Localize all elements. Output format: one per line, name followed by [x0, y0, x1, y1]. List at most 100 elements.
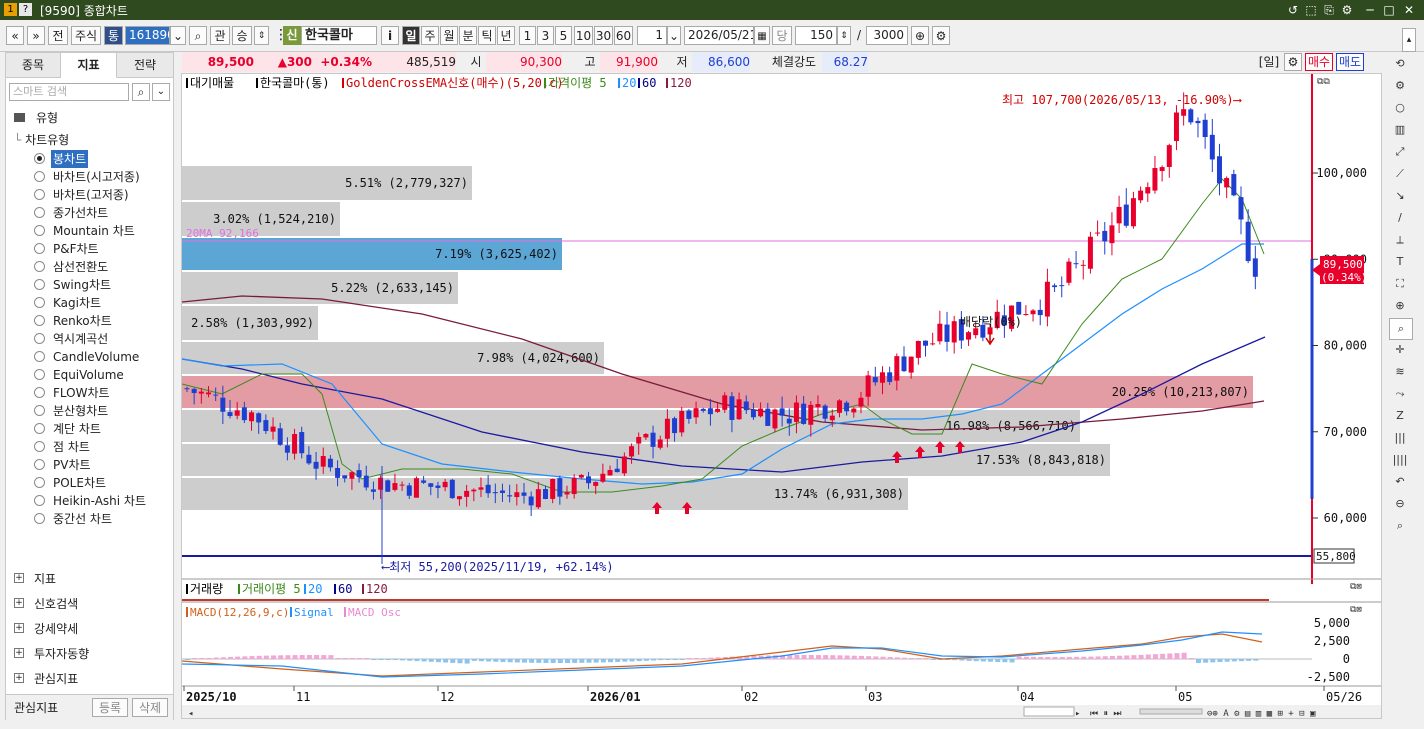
chevron-down-icon[interactable]: ⌄ [170, 26, 186, 45]
zoom-icon[interactable]: ⊕ [911, 26, 929, 45]
pattern-icon[interactable]: ⤳ [1389, 384, 1411, 404]
expand-icon[interactable]: + [14, 623, 24, 633]
radio-icon[interactable] [34, 243, 45, 254]
tab-indicator[interactable]: 지표 [61, 53, 117, 78]
scroll-left-icon[interactable]: ◂ [188, 709, 193, 718]
draw-line-icon[interactable]: / [1389, 208, 1411, 228]
radio-icon[interactable] [34, 351, 45, 362]
undo-icon[interactable]: ↶ [1389, 472, 1411, 492]
help-icon[interactable]: ? [19, 3, 32, 16]
interval-1-button[interactable]: 1 [519, 26, 536, 45]
sell-button[interactable]: 매도 [1336, 53, 1364, 71]
tab-strategy[interactable]: 전략 [117, 53, 173, 78]
watch-button[interactable]: 관 [210, 26, 230, 45]
macd-panel-control-icon[interactable]: ⧉⊠ [1350, 605, 1362, 615]
expand-icon[interactable]: + [14, 598, 24, 608]
playback-controls-icon[interactable]: ⏮ ⏸ ⏭ [1090, 709, 1122, 718]
collapse-toolbar-icon[interactable]: ▴ [1402, 28, 1416, 52]
expand-icon[interactable]: + [14, 673, 24, 683]
radio-icon[interactable] [34, 495, 45, 506]
period-day-button[interactable]: 일 [402, 26, 420, 45]
expand-icon[interactable]: + [14, 573, 24, 583]
market-select[interactable]: 주식 [71, 26, 101, 45]
date-input[interactable]: 2026/05/21 [684, 26, 754, 45]
radio-icon[interactable] [34, 261, 45, 272]
line-tool-icon[interactable]: ⟋ [1389, 164, 1411, 184]
interval-30-button[interactable]: 30 [594, 26, 613, 45]
buy-button[interactable]: 매수 [1305, 53, 1333, 71]
refresh-icon[interactable]: ⟲ [1389, 54, 1411, 74]
auto-tool-icon[interactable]: ⟂ [1389, 230, 1411, 250]
stock-name-field[interactable]: 한국콜마 [301, 26, 377, 45]
copy-icon[interactable]: ⎘ [1320, 1, 1338, 19]
info-button[interactable]: i [381, 26, 399, 45]
volume-panel-control-icon[interactable]: ⧉⊠ [1350, 582, 1362, 592]
register-button[interactable]: 등록 [92, 698, 128, 717]
smart-search-input[interactable]: 스마트 검색 [9, 83, 129, 101]
radio-icon[interactable] [34, 405, 45, 416]
gear-icon[interactable]: ⚙ [1284, 53, 1302, 71]
radio-icon[interactable] [34, 279, 45, 290]
zoom-slider[interactable] [1139, 708, 1203, 715]
radio-icon[interactable] [34, 369, 45, 380]
interval-60-button[interactable]: 60 [614, 26, 633, 45]
period-minute-button[interactable]: 분 [459, 26, 477, 45]
gear-icon[interactable]: ⚙ [932, 26, 950, 45]
expand-icon[interactable]: + [14, 648, 24, 658]
all-tool-icon[interactable]: ⛶ [1389, 274, 1411, 294]
radio-icon[interactable] [34, 423, 45, 434]
period-tick-button[interactable]: 틱 [478, 26, 496, 45]
radio-icon[interactable] [34, 315, 45, 326]
vertical-lines-icon[interactable]: |||| [1389, 450, 1411, 470]
close-button[interactable]: ✕ [1400, 1, 1418, 19]
minimize-button[interactable]: ─ [1361, 1, 1379, 19]
radio-icon[interactable] [34, 189, 45, 200]
radio-icon[interactable] [34, 225, 45, 236]
layout-icon[interactable]: ⬚ [1302, 1, 1320, 19]
calendar-icon[interactable]: ▦ [754, 26, 770, 45]
prev-button[interactable]: 전 [48, 26, 68, 45]
grid-lines-icon[interactable]: ||| [1389, 428, 1411, 448]
chart-area[interactable]: 5.51% (2,779,327) 3.02% (1,524,210) 7.19% … [181, 73, 1382, 719]
zoom-out-icon[interactable]: ⊖ [1389, 494, 1411, 514]
radio-icon[interactable] [34, 387, 45, 398]
scroll-right-icon[interactable]: ▸ [1075, 709, 1080, 718]
fibonacci-icon[interactable]: ≋ [1389, 362, 1411, 382]
text-tool-icon[interactable]: T [1389, 252, 1411, 272]
scroll-thumb[interactable] [1023, 706, 1075, 717]
period-year-button[interactable]: 년 [497, 26, 515, 45]
search-icon[interactable]: ⌕ [189, 26, 207, 45]
maximize-button[interactable]: □ [1380, 1, 1398, 19]
today-button[interactable]: 당 [772, 26, 792, 45]
period-week-button[interactable]: 주 [421, 26, 439, 45]
chevron-down-icon[interactable]: ⌄ [152, 83, 170, 101]
magnify-icon[interactable]: ⌕ [1389, 318, 1413, 340]
period-month-button[interactable]: 월 [440, 26, 458, 45]
circle-tool-icon[interactable]: ○ [1389, 98, 1411, 118]
radio-icon[interactable] [34, 459, 45, 470]
market-type-toggle[interactable]: 통 [104, 26, 123, 45]
spinner-icon[interactable]: ⇕ [254, 26, 269, 45]
delete-button[interactable]: 삭제 [132, 698, 168, 717]
radio-icon[interactable] [34, 297, 45, 308]
search-icon[interactable]: ⌕ [132, 83, 150, 101]
settings-icon[interactable]: ⚙ [1338, 1, 1356, 19]
type-section-header[interactable]: 유형 [14, 109, 164, 127]
nav-down-button[interactable]: » [27, 26, 45, 45]
zigzag-icon[interactable]: Z [1389, 406, 1411, 426]
tab-stock[interactable]: 종목 [6, 53, 61, 78]
gear-icon[interactable]: ⚙ [1389, 76, 1411, 96]
trend-line-icon[interactable]: ⤢ [1389, 142, 1411, 162]
radio-icon[interactable] [34, 333, 45, 344]
interval-10-button[interactable]: 10 [574, 26, 593, 45]
max-count-input[interactable]: 3000 [866, 26, 908, 45]
nav-prev-button[interactable]: « [6, 26, 24, 45]
crosshair-icon[interactable]: ✛ [1389, 340, 1411, 360]
interval-5-button[interactable]: 5 [555, 26, 572, 45]
chart-type-group[interactable]: └ 차트유형 [14, 131, 69, 148]
chevron-down-icon[interactable]: ⌄ [667, 26, 681, 45]
ray-tool-icon[interactable]: ↘ [1389, 186, 1411, 206]
radio-icon[interactable] [34, 171, 45, 182]
zoom-in-icon[interactable]: ⊕ [1389, 296, 1411, 316]
count-input[interactable]: 150 [795, 26, 837, 45]
